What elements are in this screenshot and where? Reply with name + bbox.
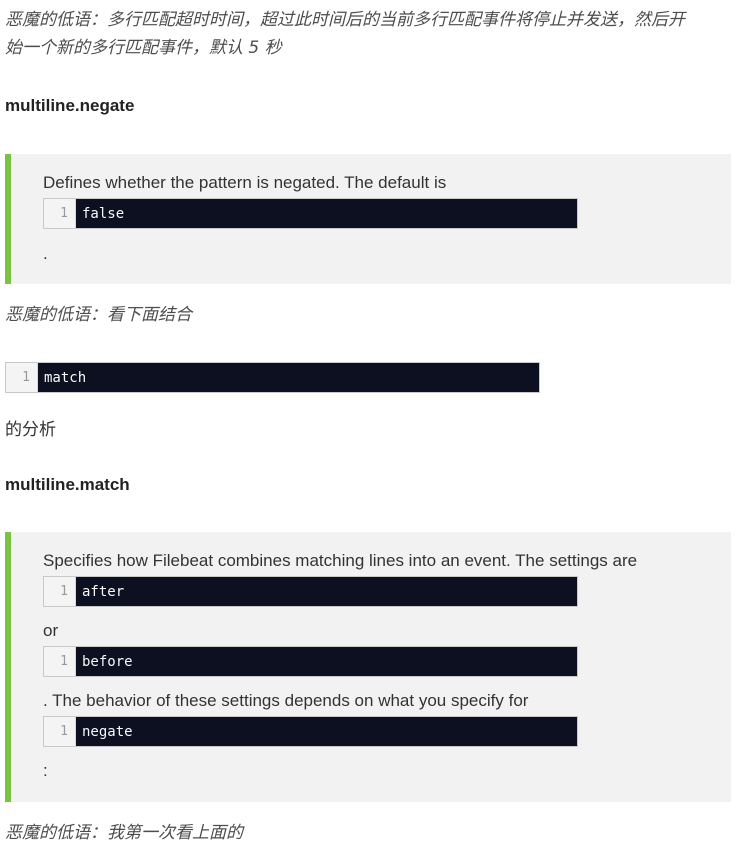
code-text: false bbox=[76, 199, 577, 228]
negate-value-code-block: 1 negate bbox=[43, 716, 578, 747]
analysis-text: 的分析 bbox=[5, 420, 56, 440]
line-number: 1 bbox=[44, 647, 76, 676]
first-look-note: 恶魔的低语：我第一次看上面的 bbox=[5, 823, 243, 843]
match-code-block: 1 match bbox=[5, 362, 540, 393]
line-number: 1 bbox=[44, 199, 76, 228]
negate-heading: multiline.negate bbox=[5, 96, 135, 115]
or-text: or bbox=[43, 621, 59, 640]
code-text: before bbox=[76, 647, 577, 676]
after-code-block: 1 after bbox=[43, 576, 578, 607]
timeout-note-line-2: 始一个新的多行匹配事件，默认 5 秒 bbox=[5, 38, 282, 58]
match-heading: multiline.match bbox=[5, 475, 130, 494]
timeout-note: 恶魔的低语：多行匹配超时时间，超过此时间后的当前多行匹配事件将停止并发送，然后开… bbox=[5, 6, 735, 62]
code-text: after bbox=[76, 577, 577, 606]
combine-note: 恶魔的低语：看下面结合 bbox=[5, 305, 192, 325]
match-trailing: : bbox=[43, 761, 48, 780]
timeout-note-line-1: 恶魔的低语：多行匹配超时时间，超过此时间后的当前多行匹配事件将停止并发送，然后开 bbox=[5, 10, 685, 30]
code-text: negate bbox=[76, 717, 577, 746]
line-number: 1 bbox=[6, 363, 38, 392]
negate-quote-block: Defines whether the pattern is negated. … bbox=[5, 154, 731, 284]
line-number: 1 bbox=[44, 577, 76, 606]
before-code-block: 1 before bbox=[43, 646, 578, 677]
match-quote-text-2: . The behavior of these settings depends… bbox=[43, 691, 529, 710]
line-number: 1 bbox=[44, 717, 76, 746]
negate-trailing: . bbox=[43, 244, 48, 263]
match-quote-block: Specifies how Filebeat combines matching… bbox=[5, 532, 731, 802]
negate-quote-text: Defines whether the pattern is negated. … bbox=[43, 173, 447, 192]
code-text: match bbox=[38, 363, 539, 392]
match-quote-text-1: Specifies how Filebeat combines matching… bbox=[43, 551, 638, 570]
negate-code-block: 1 false bbox=[43, 198, 578, 229]
